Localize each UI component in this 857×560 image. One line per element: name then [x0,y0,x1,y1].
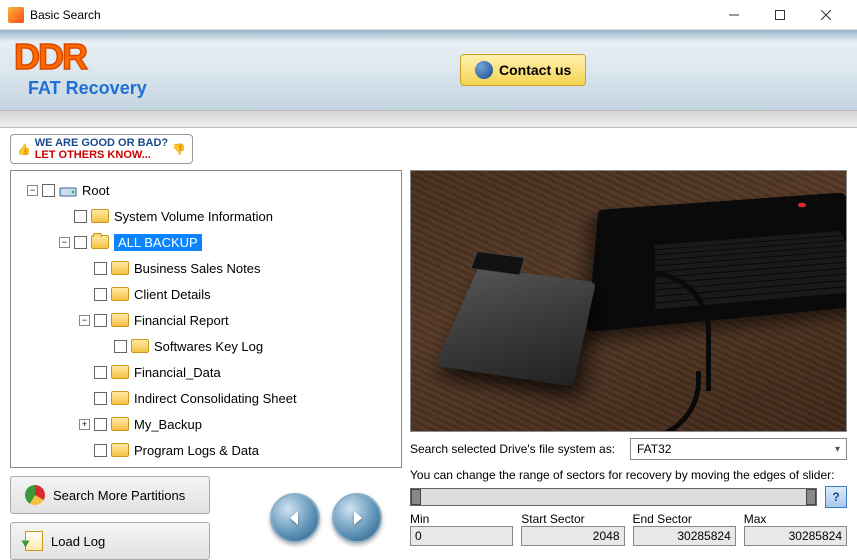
start-sector-label: Start Sector [521,512,624,526]
checkbox[interactable] [94,444,107,457]
checkbox[interactable] [94,418,107,431]
person-icon [475,61,493,79]
tree-node[interactable]: System Volume Information [19,203,401,229]
checkbox[interactable] [42,184,55,197]
slider-handle-right[interactable] [806,489,816,505]
contact-us-button[interactable]: Contact us [460,54,586,86]
folder-icon [131,339,149,353]
help-button[interactable]: ? [825,486,847,508]
checkbox[interactable] [74,236,87,249]
maximize-button[interactable] [757,0,803,30]
expander-icon[interactable]: − [27,185,38,196]
feedback-line1: WE ARE GOOD OR BAD? [35,137,168,149]
expander-icon[interactable]: − [79,315,90,326]
pie-chart-icon [25,485,45,505]
node-label: My_Backup [134,417,202,432]
thumb-down-icon: 👎 [172,143,186,156]
tree-node-selected[interactable]: − ALL BACKUP [19,229,401,255]
minimize-button[interactable] [711,0,757,30]
folder-icon [111,365,129,379]
tree-node[interactable]: + My_Backup [19,411,401,437]
checkbox[interactable] [114,340,127,353]
min-label: Min [410,512,513,526]
folder-icon [91,209,109,223]
node-label: Program Logs & Data [134,443,259,458]
logo-text: DDR [14,36,86,78]
node-label: Business Sales Notes [134,261,260,276]
node-label: ALL BACKUP [114,234,202,251]
back-button[interactable] [270,493,320,543]
folder-open-icon [91,235,109,249]
checkbox[interactable] [94,366,107,379]
node-label: Financial_Data [134,365,221,380]
preview-image [410,170,847,432]
log-file-icon [25,531,43,551]
tree-node[interactable]: Client Details [19,281,401,307]
logo-subtitle: FAT Recovery [28,78,147,99]
window-title: Basic Search [30,8,711,22]
filesystem-label: Search selected Drive's file system as: [410,442,630,456]
banner-divider [0,110,857,128]
chevron-down-icon: ▾ [835,444,840,455]
button-label: Load Log [51,534,105,549]
slider-instruction: You can change the range of sectors for … [410,468,847,482]
tree-node[interactable]: Program Logs & Data [19,437,401,463]
folder-icon [111,313,129,327]
end-sector-label: End Sector [633,512,736,526]
tree-node[interactable]: Business Sales Notes [19,255,401,281]
sector-range-slider[interactable] [410,488,817,506]
expander-icon[interactable]: − [59,237,70,248]
tree-node[interactable]: Softwares Key Log [19,333,401,359]
slider-handle-left[interactable] [411,489,421,505]
dropdown-value: FAT32 [637,442,671,456]
max-value: 30285824 [744,526,847,546]
load-log-button[interactable]: Load Log [10,522,210,560]
tree-node[interactable]: − Financial Report [19,307,401,333]
node-label: Indirect Consolidating Sheet [134,391,297,406]
node-label: System Volume Information [114,209,273,224]
min-value: 0 [410,526,513,546]
arrow-right-icon [347,508,367,528]
checkbox[interactable] [94,392,107,405]
button-label: Search More Partitions [53,488,185,503]
folder-icon [111,391,129,405]
feedback-bar: 👍 WE ARE GOOD OR BAD? LET OTHERS KNOW...… [0,128,857,170]
checkbox[interactable] [74,210,87,223]
header-banner: DDR FAT Recovery Contact us [0,30,857,110]
feedback-line2: LET OTHERS KNOW... [35,149,151,161]
title-bar: Basic Search [0,0,857,30]
node-label: Financial Report [134,313,229,328]
node-label: Client Details [134,287,211,302]
tree-node[interactable]: Indirect Consolidating Sheet [19,385,401,411]
expander-icon[interactable]: + [79,419,90,430]
end-sector-value: 30285824 [633,526,736,546]
tree-node[interactable]: Financial_Data [19,359,401,385]
close-button[interactable] [803,0,849,30]
folder-icon [111,443,129,457]
arrow-left-icon [285,508,305,528]
folder-icon [111,261,129,275]
forward-button[interactable] [332,493,382,543]
folder-icon [111,287,129,301]
drive-icon [59,182,77,198]
contact-label: Contact us [499,62,571,78]
start-sector-value: 2048 [521,526,624,546]
checkbox[interactable] [94,262,107,275]
node-label: Softwares Key Log [154,339,263,354]
folder-tree[interactable]: − Root System Volume Information − A [10,170,402,468]
folder-icon [111,417,129,431]
app-icon [8,7,24,23]
filesystem-dropdown[interactable]: FAT32 ▾ [630,438,847,460]
thumb-up-icon: 👍 [17,143,31,156]
tree-node-root[interactable]: − Root [19,177,401,203]
feedback-button[interactable]: 👍 WE ARE GOOD OR BAD? LET OTHERS KNOW...… [10,134,193,164]
node-label: Root [82,183,109,198]
checkbox[interactable] [94,314,107,327]
checkbox[interactable] [94,288,107,301]
search-more-partitions-button[interactable]: Search More Partitions [10,476,210,514]
max-label: Max [744,512,847,526]
